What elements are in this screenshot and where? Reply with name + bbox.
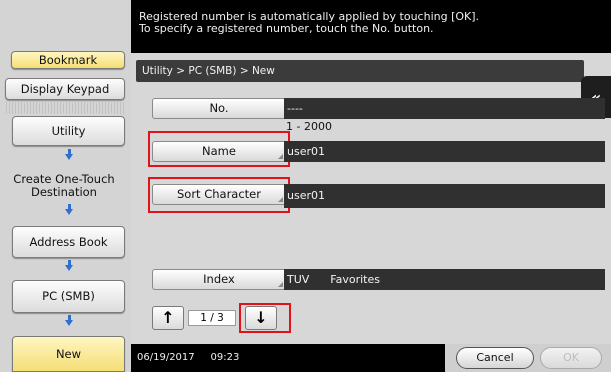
time: 09:23 (210, 352, 240, 363)
sort-character-button[interactable]: Sort Character (152, 184, 286, 205)
nav-pc-smb-button[interactable]: PC (SMB) (12, 280, 125, 313)
down-arrow-icon (65, 260, 73, 271)
date-time: 06/19/2017 09:23 (137, 352, 239, 363)
no-button[interactable]: No. (152, 98, 286, 119)
name-field[interactable]: user01 (284, 141, 605, 162)
name-button[interactable]: Name (152, 141, 286, 162)
main-panel: Utility > PC (SMB) > New « No. ---- 1 - … (131, 53, 611, 344)
index-field: TUV Favorites (284, 269, 605, 290)
page-indicator: 1 / 3 (188, 310, 236, 326)
status-bar: 06/19/2017 09:23 Cancel OK (131, 344, 611, 372)
page-up-button[interactable]: ↑ (152, 306, 184, 330)
guidance-line-2: To specify a registered number, touch th… (139, 22, 434, 35)
nav-utility-button[interactable]: Utility (12, 116, 125, 146)
no-value: ---- (284, 98, 605, 119)
page-total: 3 (217, 312, 224, 324)
display-keypad-button[interactable]: Display Keypad (5, 78, 125, 100)
sort-character-label: Sort Character (176, 187, 261, 201)
index-label: Index (203, 272, 235, 286)
bookmark-button[interactable]: Bookmark (11, 51, 125, 69)
breadcrumb: Utility > PC (SMB) > New (136, 60, 584, 82)
ok-button[interactable]: OK (540, 347, 602, 369)
cancel-button[interactable]: Cancel (456, 347, 534, 369)
nav-address-book-button[interactable]: Address Book (12, 226, 125, 258)
down-arrow-icon (65, 315, 73, 326)
sort-character-field[interactable]: user01 (284, 184, 605, 208)
no-range: 1 - 2000 (286, 120, 332, 133)
name-label: Name (202, 144, 236, 158)
index-button[interactable]: Index (152, 269, 286, 290)
no-label: No. (209, 101, 229, 115)
down-arrow-icon (65, 204, 73, 215)
nav-new-current: New (12, 336, 125, 372)
date: 06/19/2017 (137, 352, 195, 363)
nav-create-one-touch-destination[interactable]: Create One-Touch Destination (2, 170, 126, 202)
guidance-message: Registered number is automatically appli… (131, 0, 611, 53)
page-current: 1 (200, 312, 207, 324)
separator-stripe (4, 102, 126, 114)
page-separator: / (210, 312, 214, 324)
page-down-highlight (239, 303, 291, 333)
arrow-up-icon: ↑ (161, 308, 175, 327)
left-navigation: Bookmark Display Keypad Utility Create O… (0, 0, 131, 372)
down-arrow-icon (65, 149, 73, 160)
